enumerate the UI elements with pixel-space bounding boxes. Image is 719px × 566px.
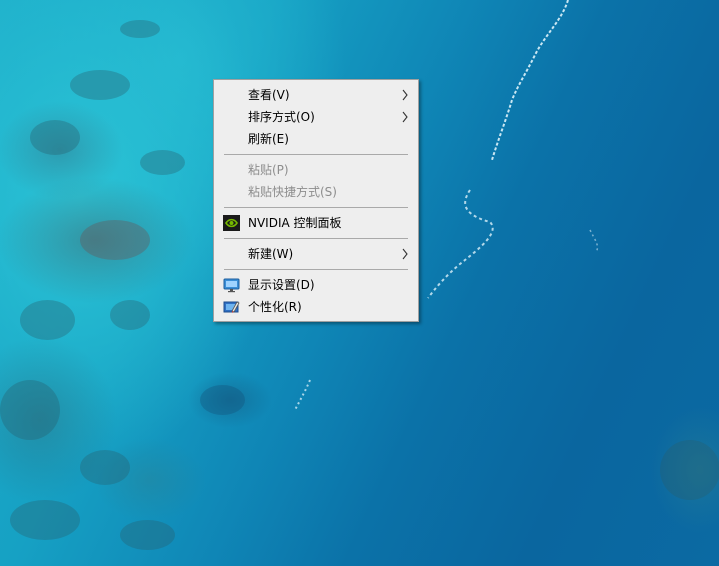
chevron-right-icon	[402, 111, 408, 123]
menu-separator	[224, 238, 408, 239]
menu-item-label: 查看(V)	[248, 88, 290, 102]
personalize-icon	[223, 301, 240, 313]
menu-item-view[interactable]: 查看(V)	[214, 84, 418, 106]
menu-item-paste: 粘贴(P)	[214, 159, 418, 181]
menu-item-sort-by[interactable]: 排序方式(O)	[214, 106, 418, 128]
menu-item-personalize[interactable]: 个性化(R)	[214, 296, 418, 318]
menu-separator	[224, 207, 408, 208]
menu-item-nvidia-control-panel[interactable]: NVIDIA 控制面板	[214, 212, 418, 234]
menu-item-label: 粘贴快捷方式(S)	[248, 185, 337, 199]
chevron-right-icon	[402, 248, 408, 260]
menu-item-refresh[interactable]: 刷新(E)	[214, 128, 418, 150]
nvidia-icon	[223, 215, 240, 231]
display-settings-icon	[223, 278, 240, 293]
menu-separator	[224, 154, 408, 155]
menu-separator	[224, 269, 408, 270]
chevron-right-icon	[402, 89, 408, 101]
menu-item-paste-shortcut: 粘贴快捷方式(S)	[214, 181, 418, 203]
menu-item-label: NVIDIA 控制面板	[248, 216, 342, 230]
menu-item-label: 刷新(E)	[248, 132, 289, 146]
desktop-context-menu: 查看(V) 排序方式(O) 刷新(E) 粘贴(P) 粘贴快捷方式(S) NVID…	[213, 79, 419, 322]
menu-item-new[interactable]: 新建(W)	[214, 243, 418, 265]
menu-item-label: 新建(W)	[248, 247, 294, 261]
menu-item-label: 个性化(R)	[248, 300, 302, 314]
menu-item-label: 排序方式(O)	[248, 110, 315, 124]
menu-item-label: 显示设置(D)	[248, 278, 315, 292]
menu-item-label: 粘贴(P)	[248, 163, 289, 177]
menu-item-display-settings[interactable]: 显示设置(D)	[214, 274, 418, 296]
